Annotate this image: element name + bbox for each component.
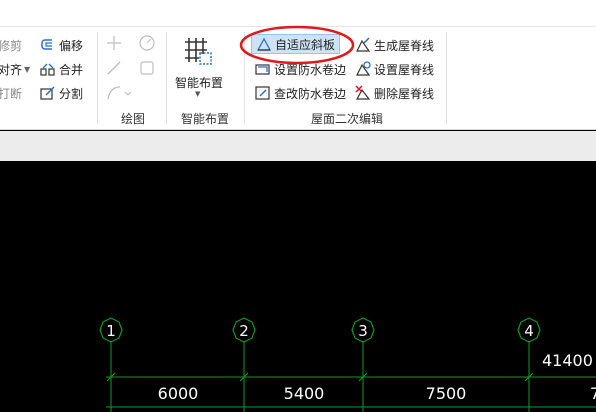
ridge-icon xyxy=(355,37,371,53)
ribbon-toolbar: 修剪 对齐 ▼ 打断 偏移 合并 分割 绘图 智能布置 ▼ 智能布置 自适应斜板… xyxy=(0,0,596,130)
dimension-text-1: 6000 xyxy=(158,384,199,403)
merge-icon xyxy=(40,61,56,77)
align-label: 对齐 xyxy=(0,62,23,77)
axis-label-4: 4 xyxy=(524,322,534,340)
group-separator xyxy=(166,32,167,124)
axis-bubble-4[interactable]: 4 xyxy=(517,317,541,343)
draw-arc-icon[interactable] xyxy=(105,84,133,102)
offset-icon xyxy=(40,37,56,53)
ribbon-tab-strip xyxy=(0,0,596,27)
edit-edge-icon xyxy=(255,85,271,101)
split-button[interactable]: 分割 xyxy=(40,83,83,103)
align-button[interactable]: 对齐 ▼ xyxy=(0,59,30,79)
delete-ridge-button[interactable]: 删除屋脊线 xyxy=(355,83,434,103)
drawing-canvas[interactable]: 1 2 3 4 41400 6000 5400 7500 7 xyxy=(0,161,596,412)
ridge-icon xyxy=(355,61,371,77)
trim-button[interactable]: 修剪 xyxy=(0,35,22,55)
offset-button[interactable]: 偏移 xyxy=(40,35,83,55)
set-ridge-button[interactable]: 设置屋脊线 xyxy=(355,59,434,79)
break-label: 打断 xyxy=(0,86,23,101)
gen-ridge-label: 生成屋脊线 xyxy=(374,38,435,53)
draw-circle-icon[interactable] xyxy=(138,34,156,52)
delete-ridge-label: 删除屋脊线 xyxy=(374,86,435,101)
draw-line-icon[interactable] xyxy=(105,59,123,77)
axis-bubble-3[interactable]: 3 xyxy=(351,317,375,343)
trim-label: 修剪 xyxy=(0,38,23,53)
axis-bubble-2[interactable]: 2 xyxy=(232,317,256,343)
axis-label-3: 3 xyxy=(358,322,368,340)
draw-rect-icon[interactable] xyxy=(138,59,156,77)
delete-ridge-icon xyxy=(355,85,371,101)
smart-layout-button[interactable]: 智能布置 ▼ xyxy=(171,32,227,104)
total-dimension-text: 41400 xyxy=(542,351,593,370)
smart-layout-label: 智能布置 xyxy=(174,76,223,90)
group-separator xyxy=(446,32,447,124)
smart-layout-dropdown-icon: ▼ xyxy=(195,90,201,98)
align-dropdown-icon: ▼ xyxy=(24,64,31,74)
check-waterproof-edge-label: 查改防水卷边 xyxy=(274,86,347,101)
offset-label: 偏移 xyxy=(59,38,84,53)
dimension-text-3: 7500 xyxy=(426,384,467,403)
break-button[interactable]: 打断 xyxy=(0,83,22,103)
split-icon xyxy=(40,85,56,101)
axis-grid-drawing: 1 2 3 4 41400 6000 5400 7500 7 xyxy=(99,317,596,412)
status-divider-bar xyxy=(0,131,596,161)
merge-label: 合并 xyxy=(59,62,84,77)
highlight-ellipse xyxy=(239,25,355,65)
merge-button[interactable]: 合并 xyxy=(40,59,83,79)
roof-group-label: 屋面二次编辑 xyxy=(311,112,384,126)
smart-group-label: 智能布置 xyxy=(181,112,230,126)
dimension-text-2: 5400 xyxy=(284,384,325,403)
draw-point-icon[interactable] xyxy=(105,34,123,52)
split-label: 分割 xyxy=(59,86,84,101)
set-ridge-label: 设置屋脊线 xyxy=(374,62,435,77)
draw-group-label: 绘图 xyxy=(121,112,146,126)
group-separator xyxy=(97,32,98,124)
dimension-text-partial: 7 xyxy=(590,384,596,403)
check-waterproof-edge-button[interactable]: 查改防水卷边 xyxy=(255,83,346,103)
axis-label-1: 1 xyxy=(106,322,116,340)
axis-label-2: 2 xyxy=(239,322,249,340)
smart-layout-icon xyxy=(181,34,213,66)
axis-bubble-1[interactable]: 1 xyxy=(99,317,123,343)
gen-ridge-button[interactable]: 生成屋脊线 xyxy=(355,35,434,55)
